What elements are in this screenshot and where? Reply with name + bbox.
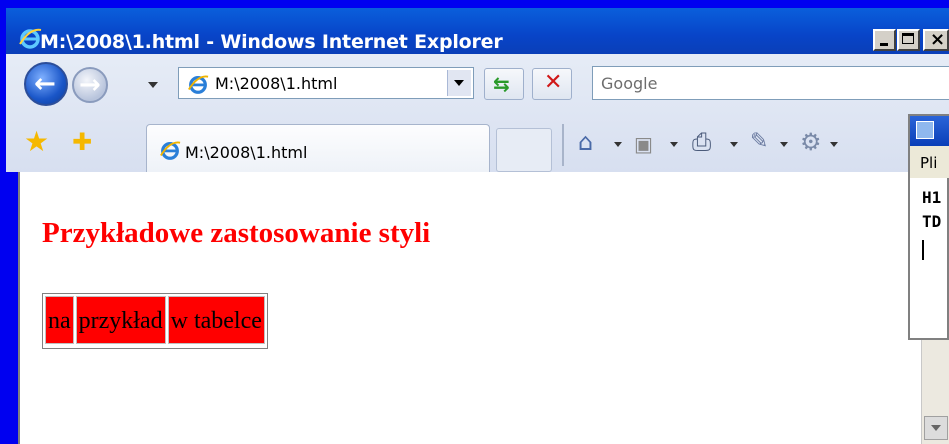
back-arrow-icon: ← [34,69,56,99]
navigation-row: ← → M:\2008\1.html ⇆ ✕ Google [6,54,949,114]
forward-arrow-icon: → [79,70,101,100]
menu-item-file[interactable]: Pli [920,154,937,172]
minimize-button[interactable] [873,29,896,51]
tab-row: ★ ✚ M:\2008\1.html ⌂ ▣ ⎙ ✎ ⚙ [6,116,949,172]
page-icon[interactable]: ✎ [750,130,768,154]
page-heading: Przykładowe zastosowanie styli [42,217,431,249]
notepad-icon [916,121,934,139]
print-icon[interactable]: ⎙ [692,130,711,154]
favorites-star-icon[interactable]: ★ [24,128,49,156]
chevron-down-icon [931,425,941,431]
window-title: M:\2008\1.html - Windows Internet Explor… [40,31,503,53]
print-dropdown-icon[interactable] [730,142,738,147]
notepad-line: TD [922,212,942,231]
ie-page-icon [160,141,181,160]
home-dropdown-icon[interactable] [614,142,622,147]
search-placeholder: Google [601,74,658,93]
address-text: M:\2008\1.html [215,74,338,93]
tools-dropdown-icon[interactable] [830,142,838,147]
recent-pages-dropdown-icon[interactable] [148,82,158,88]
table-cell: przykład [75,296,166,344]
feeds-dropdown-icon[interactable] [670,142,678,147]
search-input[interactable]: Google [592,66,949,100]
back-button[interactable]: ← [24,62,68,106]
tools-gear-icon[interactable]: ⚙ [800,130,822,154]
tab-current[interactable]: M:\2008\1.html [146,124,490,172]
new-tab-button[interactable] [496,128,552,172]
feeds-icon[interactable]: ▣ [634,132,653,156]
close-button[interactable]: × [923,29,949,51]
toolbar-divider [562,124,564,166]
notepad-title-bar[interactable] [910,116,949,146]
forward-button[interactable]: → [72,67,108,103]
table-cell: w tabelce [167,296,265,344]
page-content: Przykładowe zastosowanie styli na przykł… [18,172,921,444]
ie-logo-icon [19,28,42,49]
page-dropdown-icon[interactable] [780,142,788,147]
browser-window: M:\2008\1.html - Windows Internet Explor… [0,0,949,444]
ie-page-icon [188,75,209,94]
table-cell: na [45,296,74,344]
notepad-line: H1 [922,188,942,207]
refresh-button[interactable]: ⇆ [484,68,524,100]
notepad-menu-bar: Pli [910,146,949,178]
stop-button[interactable]: ✕ [532,68,572,100]
vertical-scrollbar[interactable] [921,340,949,444]
address-bar[interactable]: M:\2008\1.html [178,67,474,99]
stop-icon: ✕ [544,70,563,95]
chevron-down-icon [454,80,464,86]
address-dropdown-button[interactable] [447,70,471,96]
maximize-button[interactable] [897,29,920,51]
notepad-window[interactable]: Pli H1 TD [908,114,949,340]
title-bar[interactable]: M:\2008\1.html - Windows Internet Explor… [6,8,949,54]
tab-label: M:\2008\1.html [185,143,308,162]
refresh-icon: ⇆ [493,72,510,96]
scroll-down-button[interactable] [924,416,948,440]
close-icon: × [930,29,946,50]
browser-toolbar: ← → M:\2008\1.html ⇆ ✕ Google ★ ✚ M:\200… [6,54,949,172]
home-icon[interactable]: ⌂ [578,130,593,154]
text-cursor [922,240,924,260]
add-favorites-icon[interactable]: ✚ [72,128,92,156]
styled-table: na przykład w tabelce [42,293,268,349]
